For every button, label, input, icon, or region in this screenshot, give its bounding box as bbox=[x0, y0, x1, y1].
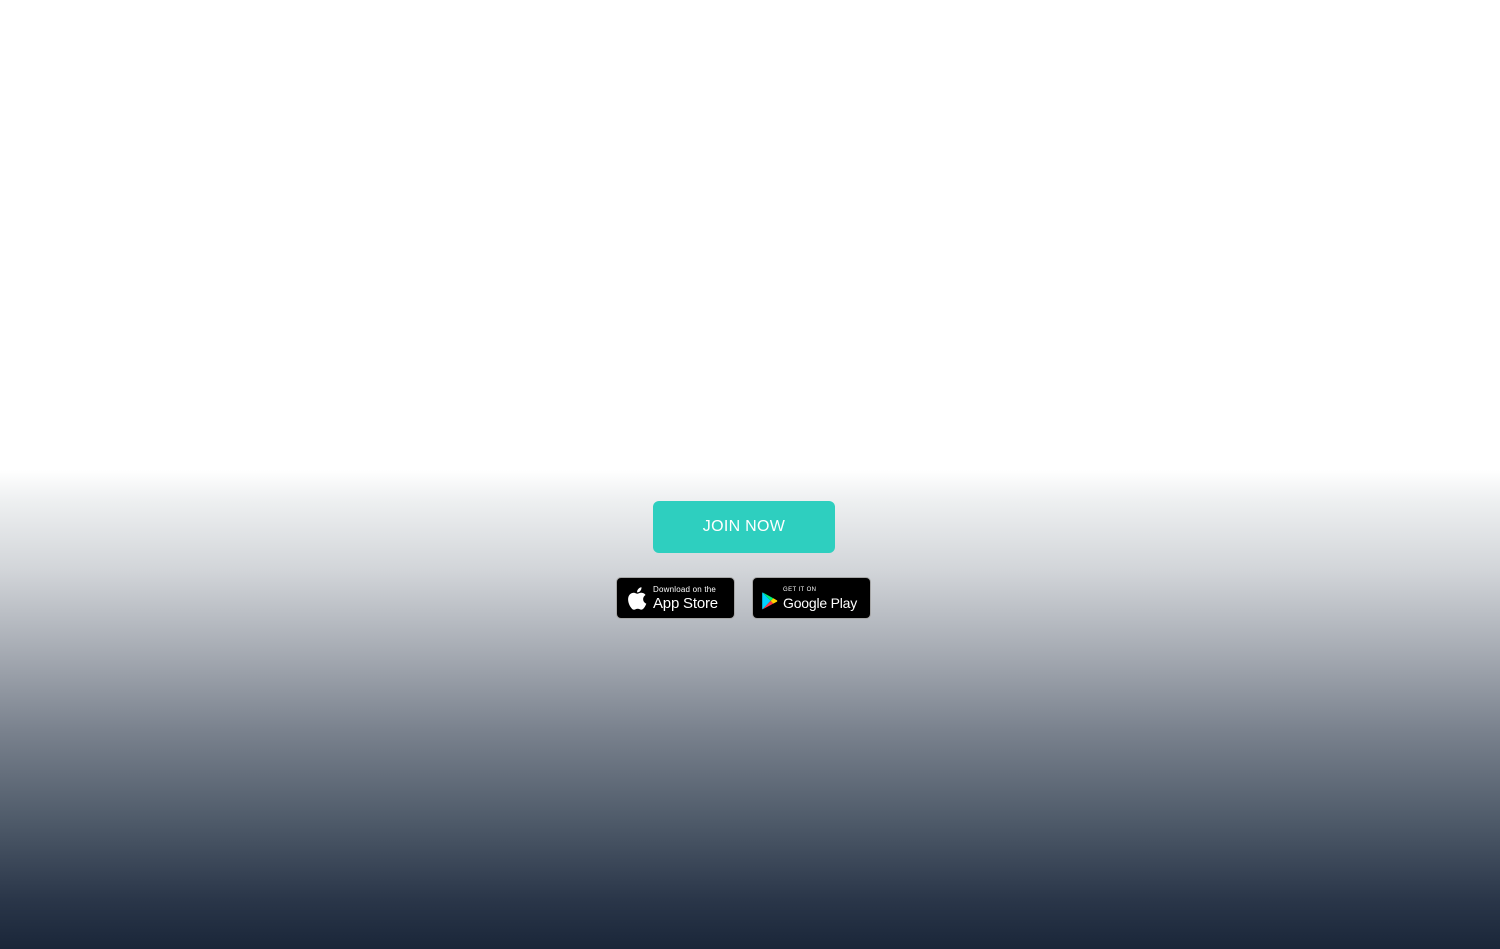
app-store-small-text: Download on the bbox=[653, 584, 717, 594]
app-store-badge-text: Download on the App Store bbox=[653, 584, 718, 612]
apple-icon bbox=[626, 586, 648, 610]
google-play-large-text: Google Play bbox=[783, 594, 858, 611]
join-now-button[interactable]: JOIN NOW bbox=[653, 501, 835, 553]
google-play-icon bbox=[761, 592, 779, 610]
google-play-badge-text: GET IT ON Google Play bbox=[783, 587, 857, 610]
google-play-small-text: GET IT ON bbox=[783, 586, 817, 593]
google-play-badge[interactable]: GET IT ON Google Play bbox=[752, 577, 871, 619]
app-store-large-text: App Store bbox=[653, 594, 718, 612]
app-store-badge[interactable]: Download on the App Store bbox=[616, 577, 735, 619]
